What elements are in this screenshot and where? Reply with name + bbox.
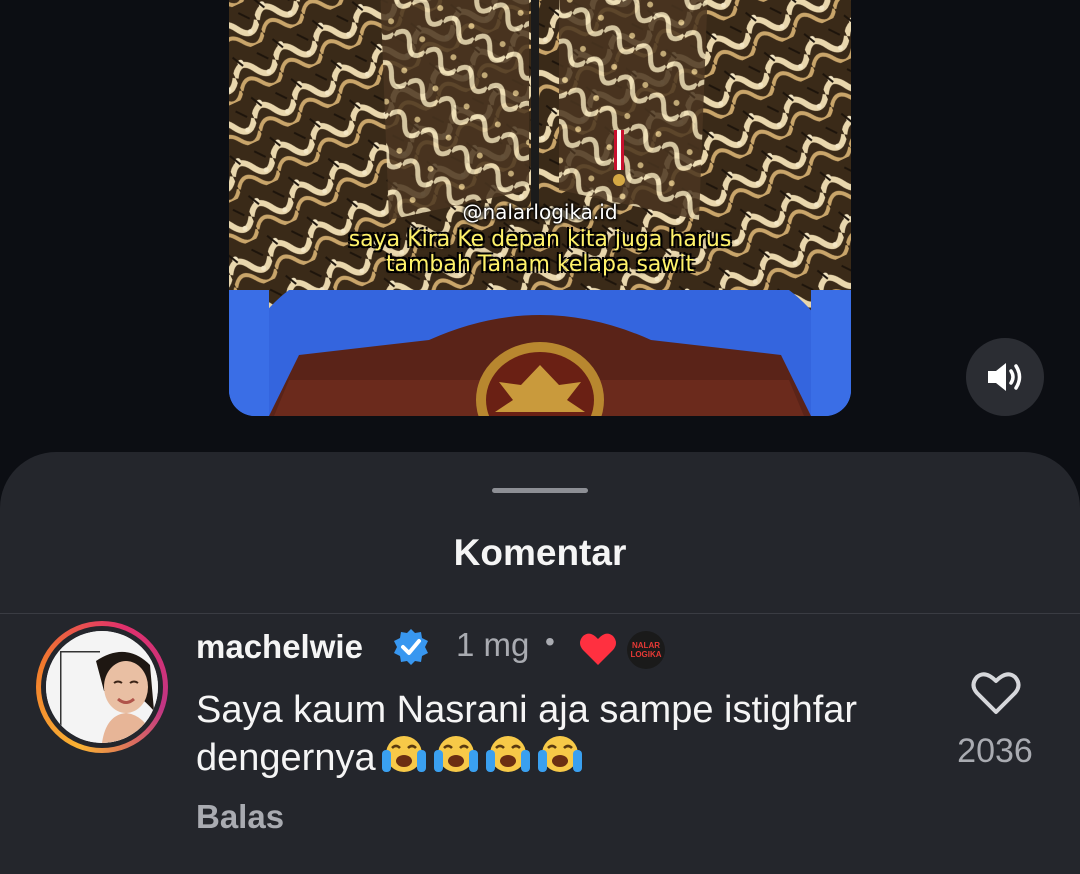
comments-sheet: Komentar machelwie 1 mg • NALAR LOGIKA S… xyxy=(0,452,1080,874)
like-heart-icon[interactable] xyxy=(970,668,1022,716)
creator-avatar-text: NALAR LOGIKA xyxy=(630,641,662,659)
sheet-title: Komentar xyxy=(453,532,627,573)
loudly-crying-face-icon xyxy=(485,736,530,772)
avatar-photo xyxy=(46,631,158,743)
creator-avatar: NALAR LOGIKA xyxy=(627,631,665,669)
verified-badge-icon xyxy=(394,629,428,665)
caption-line-2: tambah Tanam kelapa sawit xyxy=(385,252,695,277)
avatar-border xyxy=(41,626,163,748)
caption-line-1: saya Kira Ke depan kita juga harus xyxy=(348,227,732,252)
comment-time: 1 mg xyxy=(456,626,530,663)
video-caption: saya Kira Ke depan kita juga harus tamba… xyxy=(229,227,851,277)
reply-button[interactable]: Balas xyxy=(196,798,284,836)
loudly-crying-face-icon xyxy=(537,736,582,772)
avatar-story-ring[interactable] xyxy=(36,621,168,753)
meta-separator: • xyxy=(545,626,555,657)
divider xyxy=(0,613,1080,614)
comment-body: Saya kaum Nasrani aja sampe istighfar de… xyxy=(196,686,896,782)
loudly-crying-face-icon xyxy=(381,736,426,772)
speaker-on-icon xyxy=(988,363,1022,391)
comment-emojis xyxy=(376,736,584,779)
sound-toggle-button[interactable] xyxy=(966,338,1044,416)
video-watermark: @nalarlogika.id xyxy=(462,200,618,224)
comment-username[interactable]: machelwie xyxy=(196,628,363,666)
video-player[interactable]: @nalarlogika.id saya Kira Ke depan kita … xyxy=(229,0,851,416)
avatar xyxy=(46,631,158,743)
drag-handle[interactable] xyxy=(492,488,588,493)
loudly-crying-face-icon xyxy=(433,736,478,772)
creator-liked-heart-icon xyxy=(580,633,616,665)
like-count: 2036 xyxy=(957,732,1033,770)
reels-screen: @nalarlogika.id saya Kira Ke depan kita … xyxy=(0,0,1080,874)
